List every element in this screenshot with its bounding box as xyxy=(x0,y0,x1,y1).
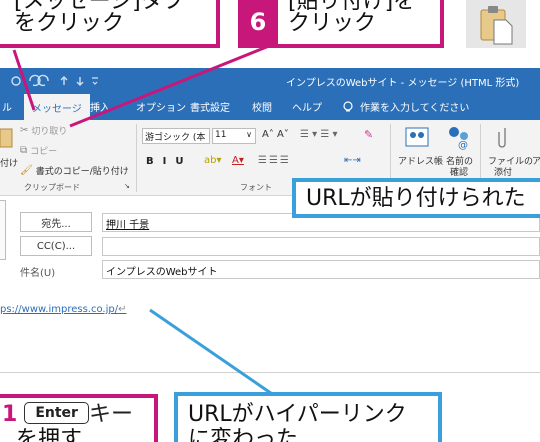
enter-key: Enter xyxy=(24,402,89,424)
callout-lines xyxy=(12,42,279,400)
enter-key-suffix: キー xyxy=(88,402,133,427)
enter-callout-line2: を押す xyxy=(16,427,83,442)
hyperlink-callout-line2: に変わった xyxy=(188,427,299,442)
step-number: 1 xyxy=(2,402,18,427)
enter-callout: 1 Enter キー を押す xyxy=(0,394,158,442)
pasted-callout-text: URLが貼り付けられた xyxy=(306,186,526,211)
hyperlink-callout-line1: URLがハイパーリンク xyxy=(188,402,407,427)
pasted-callout: URLが貼り付けられた xyxy=(292,178,540,218)
hyperlink-callout: URLがハイパーリンク に変わった xyxy=(174,392,442,442)
